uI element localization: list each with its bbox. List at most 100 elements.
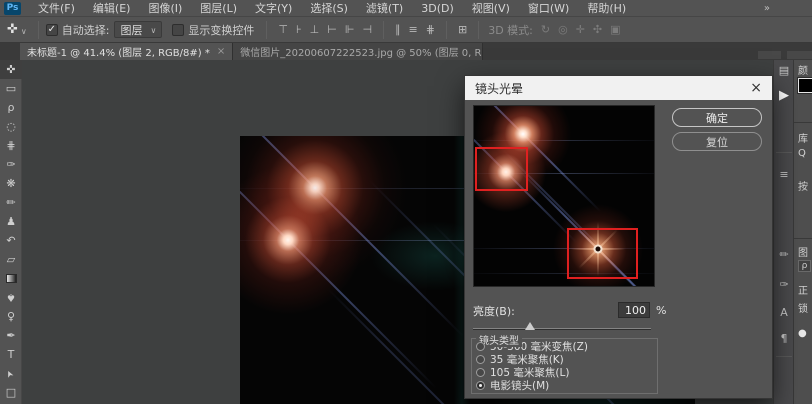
brightness-input[interactable] — [618, 302, 650, 318]
align-left-edges-icon[interactable]: ⊢ — [323, 23, 341, 36]
auto-select-dropdown[interactable]: 图层 ∨ — [114, 21, 162, 38]
foreground-color-swatch[interactable] — [798, 78, 812, 93]
distribute-vertical-icon[interactable]: ∥ — [391, 23, 405, 36]
pen-tool[interactable]: ✒ — [0, 326, 22, 345]
canvas-lens-flare — [240, 160, 368, 320]
dodge-tool[interactable]: ♀ — [0, 307, 22, 326]
brushes-panel-icon[interactable]: ✑ — [774, 278, 794, 291]
ok-button[interactable]: 确定 — [672, 108, 762, 127]
dialog-title: 镜头光晕 — [475, 80, 523, 97]
eraser-tool[interactable]: ▱ — [0, 250, 22, 269]
brightness-label: 亮度(B): — [473, 303, 515, 319]
align-vertical-centers-icon[interactable]: ⊦ — [292, 23, 306, 36]
divider — [383, 21, 384, 39]
3d-pan-icon[interactable]: ✛ — [572, 23, 589, 36]
layers-panel-tab[interactable]: 图 — [798, 244, 808, 259]
menu-window[interactable]: 窗口(W) — [519, 0, 578, 17]
rectangular-marquee-tool[interactable]: ▭ — [0, 79, 22, 98]
divider — [478, 21, 479, 39]
auto-select-checkbox[interactable]: ✓ — [46, 24, 58, 36]
brush-tool[interactable]: ✏ — [0, 193, 22, 212]
distribute-horizontal-icon[interactable]: ≡ — [405, 23, 422, 36]
canvas-lens-flare — [240, 136, 410, 283]
photoshop-window: Ps 文件(F) 编辑(E) 图像(I) 图层(L) 文字(Y) 选择(S) 滤… — [0, 0, 812, 404]
overflow-chevron-icon[interactable]: » — [764, 3, 770, 14]
menu-type[interactable]: 文字(Y) — [246, 0, 301, 17]
reset-button[interactable]: 复位 — [672, 132, 762, 151]
libraries-panel-tab[interactable]: 库 — [798, 130, 808, 145]
divider — [266, 21, 267, 39]
eraser-icon: ▱ — [7, 254, 15, 265]
distribute-spacing-icon[interactable]: ⋕ — [422, 23, 439, 36]
brush-settings-panel-icon[interactable]: ✏ — [774, 248, 794, 261]
actions-panel-icon[interactable]: ▶ — [774, 88, 794, 103]
flare-marker-rect-2 — [567, 228, 638, 279]
blur-drop-icon: ♠ — [6, 292, 16, 303]
close-tab-icon[interactable]: × — [217, 46, 225, 57]
menu-view[interactable]: 视图(V) — [463, 0, 519, 17]
menu-select[interactable]: 选择(S) — [301, 0, 357, 17]
radio-icon[interactable] — [476, 368, 485, 377]
crop-tool[interactable]: ⋕ — [0, 136, 22, 155]
color-panel-tab[interactable]: 颜 — [798, 62, 808, 77]
align-bottom-edges-icon[interactable]: ⊥ — [306, 23, 324, 36]
3d-zoom-icon[interactable]: ▣ — [606, 23, 624, 36]
spot-healing-brush-tool[interactable]: ❋ — [0, 174, 22, 193]
search-icon[interactable]: Q — [798, 148, 806, 159]
tool-preset-caret-icon[interactable]: ∨ — [21, 27, 27, 36]
dialog-title-bar[interactable]: 镜头光晕 × — [465, 76, 772, 100]
move-tool[interactable]: ✜ — [0, 60, 22, 79]
history-panel-icon[interactable]: ▤ — [774, 64, 794, 77]
menu-layer[interactable]: 图层(L) — [191, 0, 246, 17]
path-selection-tool[interactable]: ➤ — [0, 364, 22, 383]
paragraph-panel-icon[interactable]: ¶ — [774, 332, 794, 345]
show-transform-label: 显示变换控件 — [188, 22, 254, 38]
align-top-edges-icon[interactable]: ⊤ — [274, 23, 292, 36]
pen-icon: ✒ — [6, 330, 15, 341]
blend-mode-value[interactable]: 正 — [798, 282, 808, 297]
menu-help[interactable]: 帮助(H) — [578, 0, 635, 17]
menu-edit[interactable]: 编辑(E) — [84, 0, 140, 17]
menu-file[interactable]: 文件(F) — [29, 0, 84, 17]
tab-title: 微信图片_20200607222523.jpg @ 50% (图层 0, RGB… — [240, 44, 483, 59]
history-brush-tool[interactable]: ↶ — [0, 231, 22, 250]
3d-slide-icon[interactable]: ✣ — [589, 23, 606, 36]
radio-icon[interactable] — [476, 342, 485, 351]
document-tab-wechat-image[interactable]: 微信图片_20200607222523.jpg @ 50% (图层 0, RGB… — [233, 43, 483, 60]
tools-panel: ✜ ▭ ρ ◌ ⋕ ✑ ❋ ✏ ♟ ↶ ▱ ♠ ♀ ✒ T ➤ □ — [0, 60, 22, 404]
menu-3d[interactable]: 3D(D) — [412, 0, 463, 17]
character-panel-icon[interactable]: A — [774, 306, 794, 319]
slider-thumb[interactable] — [525, 322, 535, 330]
clone-stamp-tool[interactable]: ♟ — [0, 212, 22, 231]
properties-panel-icon[interactable]: ≡ — [774, 168, 794, 181]
slider-track[interactable] — [473, 328, 651, 330]
lock-label: 锁 — [798, 300, 808, 315]
radio-icon[interactable] — [476, 355, 485, 364]
eyedropper-tool[interactable]: ✑ — [0, 155, 22, 174]
lasso-tool[interactable]: ρ — [0, 98, 22, 117]
tool-options-bar: ✜ ∨ ✓ 自动选择: 图层 ∨ ✓ 显示变换控件 ⊤ ⊦ ⊥ ⊢ ⊩ ⊣ ∥ … — [0, 17, 812, 43]
flare-preview[interactable] — [473, 105, 655, 287]
layer-visibility-eye-icon[interactable]: ● — [798, 328, 807, 339]
document-tab-untitled[interactable]: 未标题-1 @ 41.4% (图层 2, RGB/8#) * × — [20, 43, 233, 60]
align-right-edges-icon[interactable]: ⊣ — [358, 23, 376, 36]
type-icon: T — [8, 349, 15, 360]
align-horizontal-centers-icon[interactable]: ⊩ — [341, 23, 359, 36]
auto-align-icon[interactable]: ⊞ — [454, 23, 471, 36]
panel-header-stub — [757, 50, 782, 60]
menu-filter[interactable]: 滤镜(T) — [357, 0, 412, 17]
3d-orbit-icon[interactable]: ↻ — [537, 23, 554, 36]
close-icon[interactable]: × — [750, 81, 762, 95]
check-icon: ✓ — [48, 25, 56, 35]
gradient-tool[interactable] — [0, 269, 22, 288]
quick-selection-tool[interactable]: ◌ — [0, 117, 22, 136]
layer-filter-type-icon[interactable]: ρ — [798, 260, 811, 272]
type-tool[interactable]: T — [0, 345, 22, 364]
menu-image[interactable]: 图像(I) — [139, 0, 191, 17]
blur-tool[interactable]: ♠ — [0, 288, 22, 307]
rectangle-tool[interactable]: □ — [0, 383, 22, 402]
3d-roll-icon[interactable]: ◎ — [554, 23, 572, 36]
lens-option-movie-prime[interactable]: 电影镜头(M) — [476, 379, 653, 392]
show-transform-checkbox[interactable]: ✓ — [172, 24, 184, 36]
radio-icon[interactable] — [476, 381, 485, 390]
